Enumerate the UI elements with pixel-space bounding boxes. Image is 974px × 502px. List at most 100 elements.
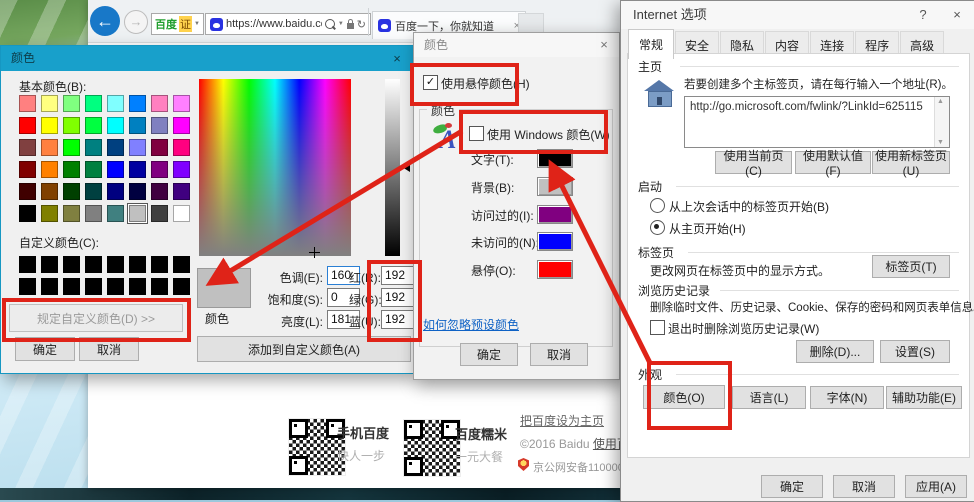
basic-color-swatch[interactable] [63,95,80,112]
custom-color-swatch[interactable] [107,278,124,295]
custom-color-swatch[interactable] [173,256,190,273]
basic-color-swatch[interactable] [85,139,102,156]
custom-color-swatch[interactable] [19,278,36,295]
start-last-session-radio[interactable] [650,198,665,213]
basic-color-swatch[interactable] [129,139,146,156]
refresh-icon[interactable]: ↻ [357,18,366,31]
ok-button[interactable]: 确定 [460,343,518,366]
basic-color-swatch[interactable] [85,117,102,134]
custom-color-swatch[interactable] [151,278,168,295]
luminance-slider[interactable] [385,79,400,256]
basic-color-swatch[interactable] [173,205,190,222]
basic-color-swatch[interactable] [41,183,58,200]
basic-color-swatch[interactable] [85,183,102,200]
close-icon[interactable]: × [941,1,973,29]
apply-button[interactable]: 应用(A) [905,475,967,498]
before-use-link[interactable]: 使用百度前 [593,437,620,451]
basic-color-swatch[interactable] [85,161,102,178]
basic-color-swatch[interactable] [63,117,80,134]
basic-color-swatch[interactable] [129,183,146,200]
basic-color-swatch[interactable] [41,205,58,222]
basic-color-swatch[interactable] [19,117,36,134]
basic-color-swatch[interactable] [151,95,168,112]
hue-saturation-field[interactable] [199,79,351,256]
color-picker-titlebar[interactable]: 颜色 [1,46,413,71]
basic-color-swatch[interactable] [63,183,80,200]
cancel-button[interactable]: 取消 [530,343,588,366]
basic-color-swatch[interactable] [151,183,168,200]
basic-color-swatch[interactable] [19,95,36,112]
delete-on-exit-label[interactable]: 退出时删除浏览历史记录(W) [668,320,819,337]
basic-color-swatch[interactable] [151,117,168,134]
custom-color-swatch[interactable] [19,256,36,273]
address-bar[interactable]: https://www.baidu.com/ ▼ ↻ [205,13,371,35]
add-to-custom-colors-button[interactable]: 添加到自定义颜色(A) [197,336,411,362]
custom-color-swatch[interactable] [85,256,102,273]
search-icon[interactable] [325,19,335,29]
hover-color-swatch[interactable] [537,260,573,279]
scroll-down-icon[interactable]: ▼ [937,139,944,146]
custom-color-swatch[interactable] [151,256,168,273]
use-hover-color-checkbox[interactable]: ✓ [423,75,438,90]
custom-color-swatch[interactable] [41,256,58,273]
basic-color-swatch[interactable] [151,161,168,178]
accessibility-button[interactable]: 辅助功能(E) [886,386,962,409]
custom-color-swatch[interactable] [173,278,190,295]
custom-color-swatch[interactable] [63,278,80,295]
basic-color-swatch[interactable] [129,205,146,222]
custom-color-swatch[interactable] [107,256,124,273]
languages-button[interactable]: 语言(L) [732,386,806,409]
close-icon[interactable]: × [589,33,619,57]
ok-button[interactable]: 确定 [15,337,75,361]
color-crosshair-marker[interactable] [309,247,320,258]
background-color-swatch[interactable] [537,177,573,196]
chevron-down-icon[interactable]: ▼ [338,21,344,27]
back-button[interactable]: ← [90,6,120,36]
basic-color-swatch[interactable] [173,95,190,112]
settings-button[interactable]: 设置(S) [880,340,950,363]
basic-color-swatch[interactable] [107,95,124,112]
custom-color-swatch[interactable] [63,256,80,273]
basic-color-swatch[interactable] [19,205,36,222]
cancel-button[interactable]: 取消 [79,337,139,361]
scroll-up-icon[interactable]: ▲ [937,98,944,105]
start-last-session-label[interactable]: 从上次会话中的标签页开始(B) [669,198,829,215]
use-current-button[interactable]: 使用当前页(C) [715,151,792,174]
ok-button[interactable]: 确定 [761,475,823,498]
use-newtab-button[interactable]: 使用新标签页(U) [872,151,950,174]
basic-color-swatch[interactable] [129,95,146,112]
basic-color-swatch[interactable] [19,139,36,156]
help-icon[interactable]: ? [907,1,939,29]
custom-color-swatch[interactable] [85,278,102,295]
basic-color-swatch[interactable] [107,183,124,200]
basic-color-swatch[interactable] [107,161,124,178]
text-color-swatch[interactable] [537,149,573,168]
basic-color-swatch[interactable] [19,161,36,178]
custom-color-swatch[interactable] [129,278,146,295]
use-windows-colors-label[interactable]: 使用 Windows 颜色(W) [487,126,610,143]
basic-color-swatch[interactable] [151,139,168,156]
tabs-button[interactable]: 标签页(T) [872,255,950,278]
baidu-security-badge[interactable]: 百度 证 ▼ [151,13,204,35]
basic-color-swatch[interactable] [173,183,190,200]
set-homepage-link[interactable]: 把百度设为主页 [520,412,604,429]
define-custom-colors-button[interactable]: 规定自定义颜色(D) >> [9,304,183,332]
custom-color-swatch[interactable] [41,278,58,295]
blue-field[interactable]: 192 [381,310,414,329]
basic-color-swatch[interactable] [63,161,80,178]
basic-color-swatch[interactable] [151,205,168,222]
green-field[interactable]: 192 [381,288,414,307]
use-hover-color-label[interactable]: 使用悬停颜色(H) [441,75,530,92]
visited-color-swatch[interactable] [537,205,573,224]
use-windows-colors-checkbox[interactable] [469,126,484,141]
ignore-preset-colors-link[interactable]: 如何忽略预设颜色 [423,316,519,333]
basic-color-swatch[interactable] [63,139,80,156]
delete-on-exit-checkbox[interactable] [650,320,665,335]
basic-color-swatch[interactable] [173,161,190,178]
forward-button[interactable]: → [124,10,148,34]
fonts-button[interactable]: 字体(N) [810,386,884,409]
colors-button[interactable]: 颜色(O) [643,385,725,409]
basic-color-swatch[interactable] [85,205,102,222]
basic-color-swatch[interactable] [129,161,146,178]
basic-color-swatch[interactable] [107,117,124,134]
